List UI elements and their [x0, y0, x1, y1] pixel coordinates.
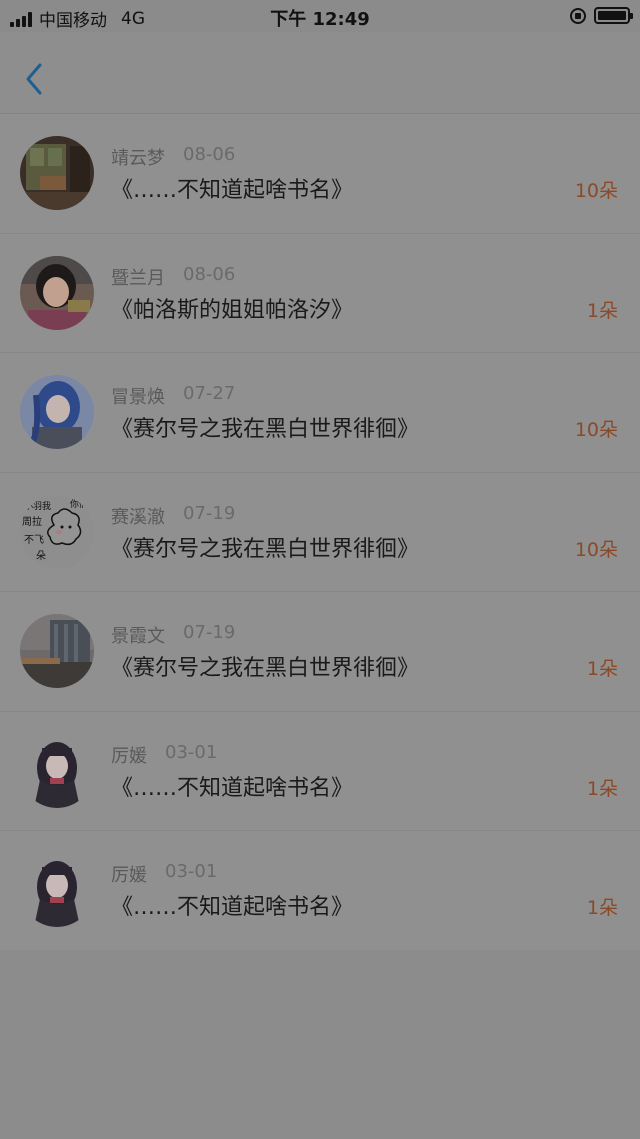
- list-item[interactable]: 厉媛 03-01 《……不知道起啥书名》 1朵: [0, 831, 640, 951]
- meta: 景霞文 07-19: [111, 622, 235, 648]
- sender-name: 靖云梦: [111, 148, 165, 169]
- meta: 靖云梦 08-06: [111, 144, 235, 170]
- flower-count: 1朵: [586, 897, 618, 919]
- svg-text:朵: 朵: [36, 550, 46, 562]
- meta: 厉媛 03-01: [111, 861, 217, 887]
- status-bar: 中国移动 4G 下午 12:49: [0, 0, 640, 32]
- flower-count: 10朵: [574, 538, 618, 561]
- book-title: 《赛尔号之我在黑白世界徘徊》: [111, 536, 420, 562]
- svg-text:不飞: 不飞: [24, 535, 44, 546]
- avatar[interactable]: [20, 375, 94, 449]
- rotation-lock-icon: [570, 7, 586, 24]
- sender-name: 赛溪澈: [111, 506, 165, 528]
- flower-count: 10朵: [574, 419, 618, 441]
- book-title: 《赛尔号之我在黑白世界徘徊》: [111, 656, 420, 681]
- svg-text:周拉: 周拉: [22, 515, 42, 528]
- book-title: 《……不知道起啥书名》: [111, 775, 354, 801]
- list-item[interactable]: 暨兰月 08-06 《帕洛斯的姐姐帕洛汐》 1朵: [0, 234, 640, 353]
- avatar[interactable]: 小羽我 你们 周拉 不飞 朵: [20, 494, 94, 569]
- battery-icon: [594, 7, 633, 24]
- svg-text:小羽我: 小羽我: [24, 501, 51, 512]
- avatar[interactable]: [20, 853, 94, 927]
- sender-name: 景霞文: [111, 626, 165, 647]
- back-button[interactable]: [22, 62, 52, 96]
- status-time: 下午 12:49: [270, 9, 370, 30]
- gift-date: 03-01: [165, 861, 218, 882]
- meta: 暨兰月 08-06: [111, 264, 235, 290]
- sender-name: 冒景焕: [111, 387, 165, 408]
- sender-name: 厉媛: [111, 745, 147, 767]
- book-title: 《……不知道起啥书名》: [111, 178, 354, 203]
- flower-count: 1朵: [586, 658, 618, 680]
- meta: 赛溪澈 07-19: [111, 503, 235, 529]
- meta: 冒景焕 07-27: [111, 383, 235, 409]
- avatar[interactable]: [20, 733, 94, 808]
- book-title: 《……不知道起啥书名》: [111, 895, 354, 920]
- gift-date: 07-19: [183, 622, 236, 643]
- empty-area: [0, 950, 640, 1139]
- list-item[interactable]: 小羽我 你们 周拉 不飞 朵 赛溪澈 07-19 《赛尔号之我在黑白世界徘徊》 …: [0, 473, 640, 592]
- sender-name: 暨兰月: [111, 267, 165, 289]
- svg-text:你们: 你们: [70, 498, 88, 510]
- book-title: 《赛尔号之我在黑白世界徘徊》: [111, 417, 420, 442]
- gift-date: 03-01: [165, 741, 218, 763]
- chevron-left-icon: [26, 63, 42, 95]
- gift-date: 07-27: [183, 383, 236, 404]
- nav-header: [0, 32, 640, 114]
- book-title: 《帕洛斯的姐姐帕洛汐》: [111, 297, 354, 323]
- list-item[interactable]: 厉媛 03-01 《……不知道起啥书名》 1朵: [0, 712, 640, 831]
- avatar[interactable]: [20, 255, 94, 330]
- gift-date: 08-06: [183, 144, 236, 165]
- list-item[interactable]: 冒景焕 07-27 《赛尔号之我在黑白世界徘徊》 10朵: [0, 353, 640, 473]
- list-item[interactable]: 靖云梦 08-06 《……不知道起啥书名》 10朵: [0, 114, 640, 234]
- gift-record-list: 靖云梦 08-06 《……不知道起啥书名》 10朵 暨兰月 08-06 《帕洛斯…: [0, 114, 640, 951]
- meta: 厉媛 03-01: [111, 742, 217, 768]
- sender-name: 厉媛: [111, 865, 147, 886]
- status-right: [570, 7, 633, 24]
- flower-count: 1朵: [586, 777, 618, 800]
- list-item[interactable]: 景霞文 07-19 《赛尔号之我在黑白世界徘徊》 1朵: [0, 592, 640, 712]
- avatar[interactable]: [20, 136, 94, 210]
- flower-count: 1朵: [586, 299, 618, 322]
- gift-date: 07-19: [183, 502, 236, 524]
- avatar[interactable]: [20, 614, 94, 688]
- flower-count: 10朵: [574, 180, 618, 202]
- gift-date: 08-06: [183, 263, 236, 285]
